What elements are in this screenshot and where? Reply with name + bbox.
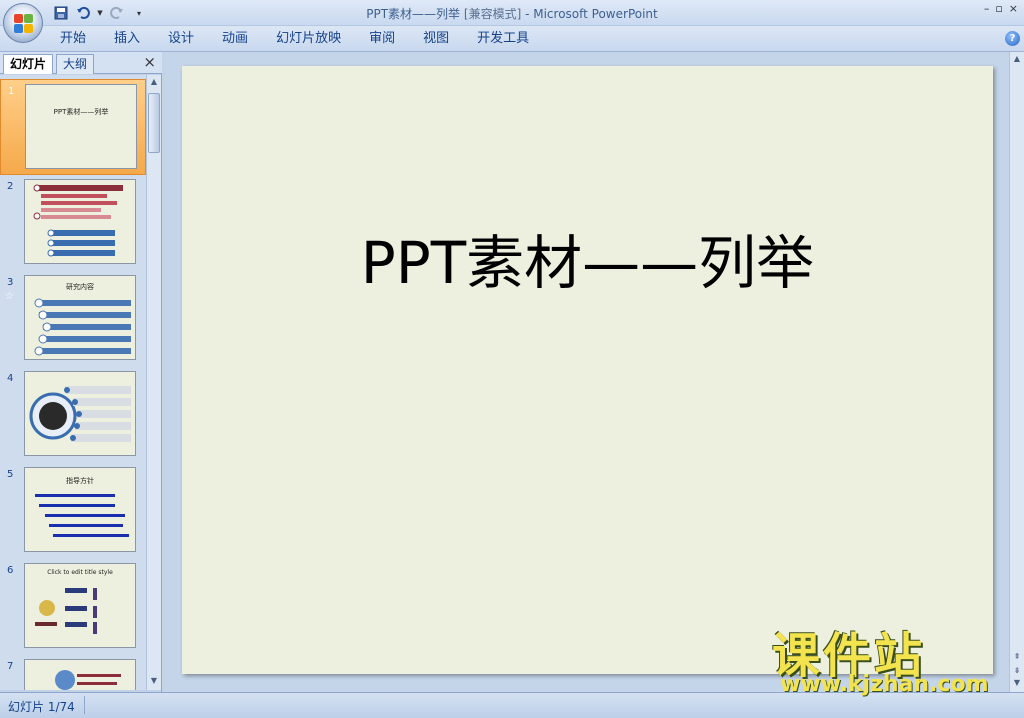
thumbnail-number: 7 [7,661,14,672]
watermark-logo: 课件站 www.kjzhan.com [772,616,1012,697]
slide-editing-area: PPT素材——列举 [166,52,1009,692]
title-bar: ▼ ▾ PPT素材——列举 [兼容模式] - Microsoft PowerPo… [0,0,1024,26]
document-title: PPT素材——列举 [366,7,461,21]
slide-thumbnail[interactable]: Click to edit title style [24,563,136,648]
office-button[interactable] [3,3,43,43]
tab-design[interactable]: 设计 [154,31,208,49]
thumbnail-title: PPT素材——列举 [53,108,109,116]
compat-mode: [兼容模式] [463,7,522,21]
thumbnail-list: 1 PPT素材——列举 2 3 ☆ 研究内容 4 5 指导方针 6 Click … [0,75,146,690]
thumbnail-number: 3 [7,277,14,288]
tab-slideshow[interactable]: 幻灯片放映 [262,31,355,49]
slide-canvas[interactable]: PPT素材——列举 [182,66,993,674]
status-divider [84,696,85,714]
slide-thumbnail[interactable]: 研究内容 [24,275,136,360]
slide-thumbnail[interactable] [24,179,136,264]
thumbnail-row[interactable]: 6 Click to edit title style [0,559,146,655]
thumbnail-row[interactable]: 1 PPT素材——列举 [0,79,146,175]
thumbnail-scrollbar[interactable]: ▲ ▼ [146,75,161,690]
tab-outline[interactable]: 大纲 [56,54,95,74]
thumbnail-graphic [35,588,97,634]
thumbnail-graphic [33,184,123,257]
slide-counter: 幻灯片 1/74 [8,700,75,714]
scroll-up-icon[interactable]: ▲ [148,77,160,89]
thumbnail-row[interactable]: 4 [0,367,146,463]
thumbnail-number: 2 [7,181,14,192]
thumbnail-number: 5 [7,469,14,480]
tab-developer[interactable]: 开发工具 [463,31,543,49]
thumbnail-row[interactable]: 2 [0,175,146,271]
watermark-url: www.kjzhan.com [780,672,989,697]
tab-slides[interactable]: 幻灯片 [3,54,54,74]
minimize-button[interactable]: – [984,2,990,15]
slide-title[interactable]: PPT素材——列举 [182,216,993,300]
pane-tabs: 幻灯片 大纲 × [0,52,162,74]
pane-close-icon[interactable]: × [143,53,156,71]
app-name: Microsoft PowerPoint [533,7,658,21]
thumbnail-graphic [35,494,129,537]
slide-thumbnail[interactable] [24,659,136,690]
next-slide-icon[interactable]: ⇟ [1011,666,1023,678]
previous-slide-icon[interactable]: ⇞ [1011,652,1023,664]
thumbnail-graphic [34,298,131,356]
thumbnail-row[interactable]: 5 指导方针 [0,463,146,559]
slide-thumbnail[interactable]: 指导方针 [24,467,136,552]
slides-pane: 幻灯片 大纲 × 1 PPT素材——列举 2 3 ☆ 研究内容 4 5 指导方针… [0,52,162,692]
thumbnail-number: 6 [7,565,14,576]
animation-star-icon: ☆ [5,291,14,302]
thumbnail-row[interactable]: 3 ☆ 研究内容 [0,271,146,367]
editor-scrollbar[interactable]: ▲ ⇞ ⇟ ▼ [1009,52,1024,692]
thumbnail-number: 1 [8,86,15,97]
tab-insert[interactable]: 插入 [100,31,154,49]
scrollbar-thumb[interactable] [148,93,160,153]
thumbnail-graphic [55,670,121,690]
slide-thumbnail[interactable] [24,371,136,456]
window-controls: – ▫ × [984,2,1018,15]
window-title: PPT素材——列举 [兼容模式] - Microsoft PowerPoint [366,7,658,21]
tab-view[interactable]: 视图 [409,31,463,49]
scroll-down-icon[interactable]: ▼ [148,676,160,688]
slide-thumbnail[interactable]: PPT素材——列举 [25,84,137,169]
help-icon[interactable]: ? [1005,31,1020,46]
ribbon-tab-bar: 开始 插入 设计 动画 幻灯片放映 审阅 视图 开发工具 ? [0,26,1024,52]
restore-button[interactable]: ▫ [995,2,1002,15]
tab-home[interactable]: 开始 [46,31,100,49]
office-logo-icon [14,14,34,34]
close-button[interactable]: × [1009,2,1018,15]
thumbnail-number: 4 [7,373,14,384]
thumbnail-graphic [29,386,131,442]
scroll-down-icon[interactable]: ▼ [1011,678,1023,690]
thumbnail-row[interactable]: 7 [0,655,146,690]
tab-review[interactable]: 审阅 [355,31,409,49]
scroll-up-icon[interactable]: ▲ [1011,54,1023,66]
tab-animations[interactable]: 动画 [208,31,262,49]
